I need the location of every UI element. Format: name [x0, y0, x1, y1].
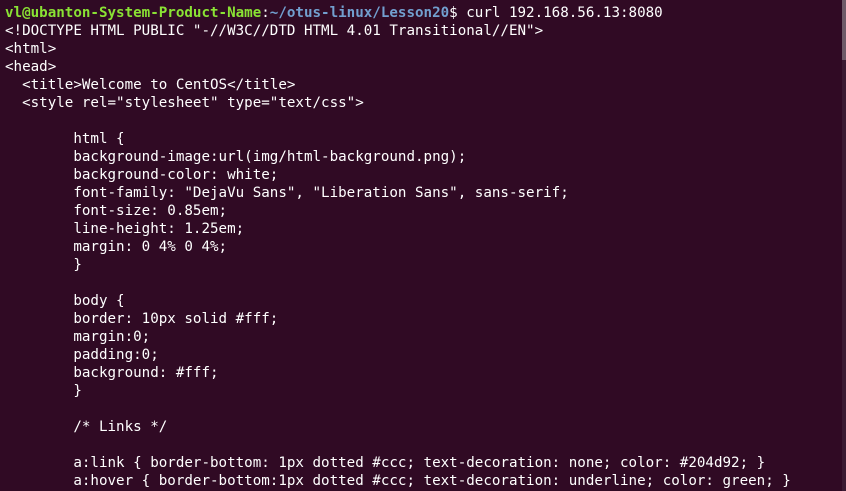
output-line: } — [5, 383, 82, 399]
output-line: <head> — [5, 59, 57, 75]
output-line: <style rel="stylesheet" type="text/css"> — [5, 95, 364, 111]
output-line: html { — [5, 131, 125, 147]
output-line: body { — [5, 293, 125, 309]
terminal-window[interactable]: vl@ubanton-System-Product-Name:~/otus-li… — [0, 0, 846, 491]
output-line: font-size: 0.85em; — [5, 203, 228, 219]
output-line: /* Links */ — [5, 419, 168, 435]
output-line: <!DOCTYPE HTML PUBLIC "-//W3C//DTD HTML … — [5, 23, 544, 39]
output-line: <title>Welcome to CentOS</title> — [5, 77, 296, 93]
output-line: border: 10px solid #fff; — [5, 311, 279, 327]
scrollbar-thumb[interactable] — [842, 0, 846, 60]
terminal-scrollbar[interactable] — [842, 0, 846, 491]
prompt-user-host: vl@ubanton-System-Product-Name — [5, 5, 262, 21]
output-line: background-image:url(img/html-background… — [5, 149, 467, 165]
output-line: a:link { border-bottom: 1px dotted #ccc;… — [5, 455, 766, 471]
prompt-command: curl 192.168.56.13:8080 — [466, 5, 663, 21]
prompt-path: ~/otus-linux/Lesson20 — [269, 5, 450, 21]
output-line: a:hover { border-bottom:1px dotted #ccc;… — [5, 473, 791, 489]
output-line: margin:0; — [5, 329, 151, 345]
output-line: background-color: white; — [5, 167, 279, 183]
output-line: } — [5, 257, 82, 273]
output-line: padding:0; — [5, 347, 159, 363]
prompt-separator: : — [261, 5, 270, 21]
output-line: background: #fff; — [5, 365, 219, 381]
output-line: line-height: 1.25em; — [5, 221, 245, 237]
prompt-dollar: $ — [449, 5, 467, 21]
output-line: <html> — [5, 41, 57, 57]
output-line: font-family: "DejaVu Sans", "Liberation … — [5, 185, 569, 201]
output-line: margin: 0 4% 0 4%; — [5, 239, 228, 255]
prompt-line: vl@ubanton-System-Product-Name:~/otus-li… — [5, 4, 663, 22]
